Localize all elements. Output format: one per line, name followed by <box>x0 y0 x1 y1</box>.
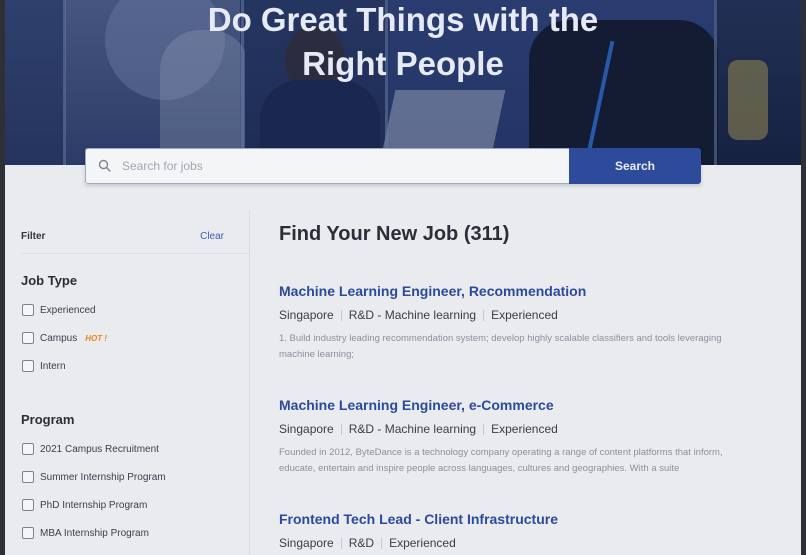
checkbox[interactable] <box>22 471 34 483</box>
filter-header: Filter Clear <box>21 231 224 242</box>
program-heading: Program <box>21 412 75 427</box>
hot-badge: HOT ! <box>85 333 108 343</box>
search-input[interactable] <box>122 159 542 173</box>
results-title: Find Your New Job (311) <box>279 223 510 245</box>
job-category: R&D - Machine learning <box>348 308 477 322</box>
checkbox[interactable] <box>22 443 34 455</box>
filter-divider <box>21 253 251 254</box>
tag-divider <box>483 309 485 321</box>
tag-divider <box>381 537 383 549</box>
job-level: Experienced <box>389 536 456 550</box>
job-category: R&D - Machine learning <box>348 422 477 436</box>
tag-divider <box>340 537 342 549</box>
hero-headline: Do Great Things with the Right People <box>5 0 801 86</box>
job-level: Experienced <box>491 422 558 436</box>
filter-option-summer-internship[interactable]: Summer Internship Program <box>22 471 166 483</box>
job-location: Singapore <box>279 536 334 550</box>
filter-sidebar: Filter Clear Job Type Experienced Campus… <box>5 215 251 555</box>
filter-option-experienced[interactable]: Experienced <box>22 304 96 316</box>
hero-banner: Do Great Things with the Right People <box>5 0 801 165</box>
search-button[interactable]: Search <box>569 148 701 184</box>
job-category: R&D <box>348 536 375 550</box>
search-box[interactable] <box>85 148 569 184</box>
job-tags: Singapore R&D - Machine learning Experie… <box>279 308 799 322</box>
option-label: PhD Internship Program <box>40 499 148 511</box>
filter-option-campus-recruitment[interactable]: 2021 Campus Recruitment <box>22 443 159 455</box>
filter-option-intern[interactable]: Intern <box>22 360 66 372</box>
job-location: Singapore <box>279 308 334 322</box>
filter-label: Filter <box>21 231 46 242</box>
tag-divider <box>483 423 485 435</box>
hero-headline-line2: Right People <box>302 45 504 82</box>
option-label: Campus <box>40 332 78 344</box>
job-level: Experienced <box>491 308 558 322</box>
checkbox[interactable] <box>22 332 34 344</box>
clear-filters-link[interactable]: Clear <box>200 231 224 242</box>
job-title-link[interactable]: Frontend Tech Lead - Client Infrastructu… <box>279 511 799 527</box>
filter-option-mba-internship[interactable]: MBA Internship Program <box>22 527 149 539</box>
job-type-heading: Job Type <box>21 273 78 288</box>
job-card[interactable]: Machine Learning Engineer, Recommendatio… <box>279 283 799 363</box>
job-tags: Singapore R&D - Machine learning Experie… <box>279 422 799 436</box>
careers-page: Do Great Things with the Right People Se… <box>5 0 801 555</box>
job-card[interactable]: Frontend Tech Lead - Client Infrastructu… <box>279 511 799 550</box>
filter-option-phd-internship[interactable]: PhD Internship Program <box>22 499 147 511</box>
checkbox[interactable] <box>22 304 34 316</box>
job-search-bar: Search <box>85 148 701 184</box>
option-label: MBA Internship Program <box>40 527 149 539</box>
option-label: Experienced <box>40 304 96 316</box>
tag-divider <box>340 309 342 321</box>
sidebar-divider <box>249 210 250 555</box>
job-description: 1. Build industry leading recommendation… <box>279 333 722 360</box>
job-title-link[interactable]: Machine Learning Engineer, Recommendatio… <box>279 283 799 299</box>
filter-option-campus[interactable]: Campus HOT ! <box>22 332 107 344</box>
job-tags: Singapore R&D Experienced <box>279 536 799 550</box>
job-location: Singapore <box>279 422 334 436</box>
tag-divider <box>340 423 342 435</box>
search-icon <box>98 159 111 172</box>
checkbox[interactable] <box>22 527 34 539</box>
option-label: Intern <box>40 360 66 372</box>
hero-headline-line1: Do Great Things with the <box>207 1 599 38</box>
checkbox[interactable] <box>22 499 34 511</box>
checkbox[interactable] <box>22 360 34 372</box>
option-label: 2021 Campus Recruitment <box>40 443 159 455</box>
job-title-link[interactable]: Machine Learning Engineer, e-Commerce <box>279 397 799 413</box>
job-description: Founded in 2012, ByteDance is a technolo… <box>279 447 723 474</box>
option-label: Summer Internship Program <box>40 471 166 483</box>
job-card[interactable]: Machine Learning Engineer, e-Commerce Si… <box>279 397 799 477</box>
